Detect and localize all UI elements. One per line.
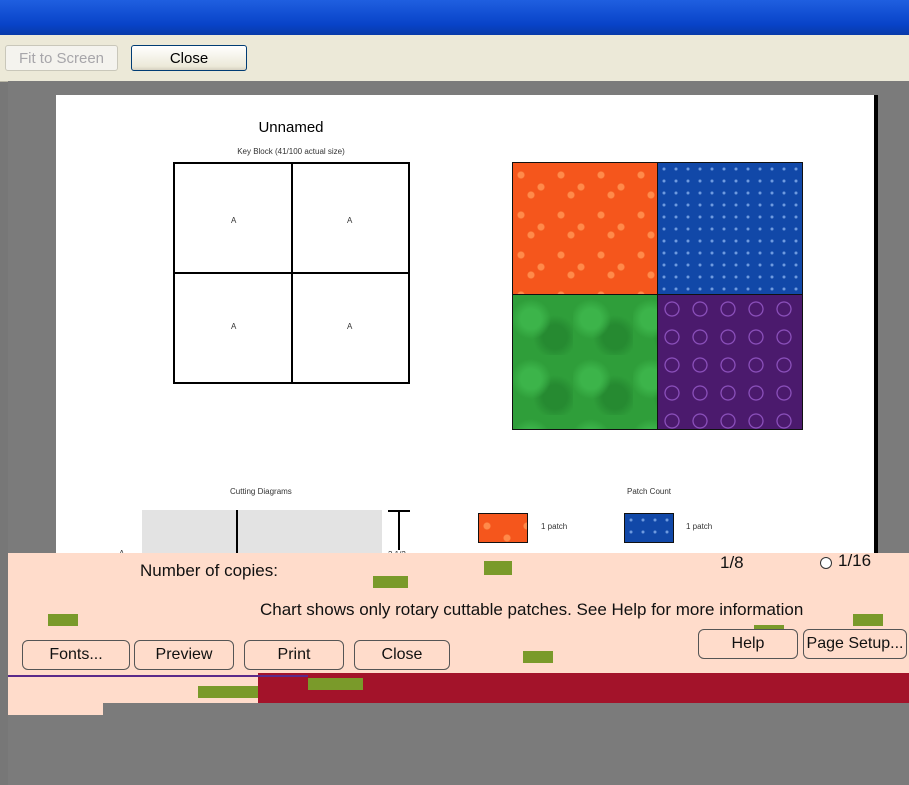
glitch-block	[48, 614, 78, 626]
patch-count-title: Patch Count	[627, 487, 672, 496]
glitch-block	[198, 686, 258, 698]
page-title: Unnamed	[258, 119, 324, 136]
radio-selected-icon[interactable]	[820, 557, 832, 569]
preview-viewport[interactable]: Unnamed Key Block (41/100 actual size) A…	[8, 81, 909, 785]
glitch-block	[853, 614, 883, 626]
fabric-patch-purple	[657, 294, 803, 430]
fabric-patch-green	[512, 294, 658, 430]
glitch-block	[8, 703, 103, 715]
glitch-block	[484, 561, 512, 575]
patch-label: A	[347, 322, 353, 331]
patch-count: 1 patch	[686, 522, 713, 531]
dimension-tick	[388, 510, 410, 512]
page-setup-button[interactable]: Page Setup...	[803, 629, 907, 659]
cuttable-note: Chart shows only rotary cuttable patches…	[260, 600, 804, 619]
toolbar-close-button[interactable]: Close	[131, 45, 247, 71]
patch-label: A	[231, 216, 237, 225]
dimension-line	[398, 510, 400, 550]
preview-page: Unnamed Key Block (41/100 actual size) A…	[56, 95, 878, 565]
number-of-copies-label: Number of copies:	[140, 561, 278, 580]
patch-label: A	[347, 216, 353, 225]
print-button[interactable]: Print	[244, 640, 344, 670]
key-block-caption: Key Block (41/100 actual size)	[237, 147, 345, 156]
glitch-line	[8, 675, 308, 677]
key-block-diagram: A A A A	[173, 162, 410, 384]
close-button[interactable]: Close	[354, 640, 450, 670]
patch-count: 1 patch	[541, 522, 568, 531]
fonts-button[interactable]: Fonts...	[22, 640, 130, 670]
preview-button[interactable]: Preview	[134, 640, 234, 670]
preview-toolbar: Fit to Screen Close	[0, 35, 909, 82]
cutting-diagrams-title: Cutting Diagrams	[230, 487, 292, 496]
help-button[interactable]: Help	[698, 629, 798, 659]
fit-to-screen-button[interactable]: Fit to Screen	[5, 45, 118, 71]
fabric-patch-orange	[512, 162, 658, 295]
glitch-block	[373, 576, 408, 588]
scale-radio-option[interactable]: 1/8	[720, 553, 744, 573]
scale-radio-option[interactable]: 1/16	[838, 551, 871, 571]
fabric-patch-blue	[657, 162, 803, 295]
glitch-block	[523, 651, 553, 663]
patch-swatch-orange	[478, 513, 528, 543]
patch-label: A	[231, 322, 237, 331]
window-titlebar	[0, 0, 909, 35]
grid-divider-horizontal	[175, 272, 408, 274]
patch-swatch-blue	[624, 513, 674, 543]
glitch-block	[308, 678, 363, 690]
